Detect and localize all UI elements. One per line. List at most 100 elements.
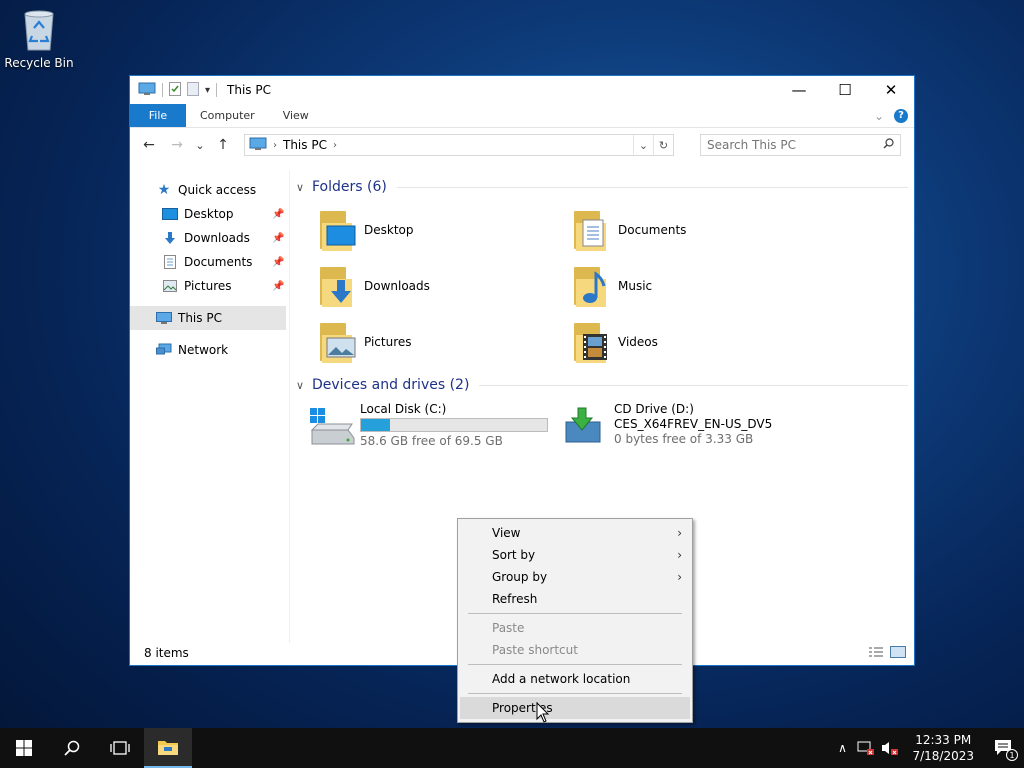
customize-quick-access-icon[interactable]: ▾ [205,85,210,96]
pin-icon[interactable]: 📌 [272,281,284,292]
recycle-bin-icon [19,6,59,52]
sidebar-item-network[interactable]: Network [130,338,289,362]
menu-item-label: Add a network location [492,672,631,686]
pin-icon[interactable]: 📌 [272,209,284,220]
taskbar: ∧ 12:33 PM 7/18/2023 1 [0,728,1024,768]
drive-local-disk-c[interactable]: Local Disk (C:) 58.6 GB free of 69.5 GB [308,402,562,450]
recycle-bin-desktop-icon[interactable]: Recycle Bin [4,6,74,70]
menu-item-paste-shortcut[interactable]: Paste shortcut [458,639,692,661]
network-icon [156,343,172,357]
this-pc-icon [249,137,267,154]
folder-music[interactable]: Music [568,258,822,314]
star-icon: ★ [157,182,171,198]
volume-muted-icon[interactable] [878,740,902,756]
collapse-chevron-icon[interactable]: ∨ [296,181,312,194]
menu-item-group-by[interactable]: Group by › [458,566,692,588]
new-folder-icon[interactable] [187,81,199,99]
breadcrumb-chevron-icon[interactable]: › [333,140,337,151]
network-status-icon[interactable] [854,740,878,756]
file-explorer-icon [158,741,178,755]
folders-group-header[interactable]: ∨ Folders (6) [296,176,908,198]
address-bar[interactable]: › This PC › ⌄ ↻ [244,134,674,156]
drives-group-header[interactable]: ∨ Devices and drives (2) [296,374,908,396]
cd-drive-icon [562,406,614,450]
back-button[interactable]: ← [138,134,160,156]
drive-cd-d[interactable]: CD Drive (D:) CES_X64FREV_EN-US_DV5 0 by… [562,402,816,450]
breadcrumb-this-pc[interactable]: This PC [283,138,327,152]
sidebar-item-documents[interactable]: Documents 📌 [130,250,289,274]
folder-label: Music [618,279,653,293]
tab-view[interactable]: View [269,104,323,127]
action-center-button[interactable]: 1 [984,728,1024,768]
task-view-button[interactable] [96,728,144,768]
system-clock[interactable]: 12:33 PM 7/18/2023 [902,732,984,764]
expand-ribbon-icon[interactable]: ⌄ [874,109,884,123]
notification-count-badge: 1 [1006,749,1018,761]
submenu-arrow-icon: › [677,570,682,584]
ribbon-tabs: File Computer View ⌄ ? [130,104,914,128]
downloads-folder-icon [314,265,360,307]
menu-separator [468,613,682,614]
menu-item-paste[interactable]: Paste [458,617,692,639]
clock-date: 7/18/2023 [912,749,974,763]
start-button[interactable] [0,728,48,768]
picture-icon [162,279,178,293]
search-icon [883,138,894,152]
maximize-button[interactable]: ☐ [822,76,868,104]
folder-downloads[interactable]: Downloads [314,258,568,314]
documents-folder-icon [568,209,614,251]
menu-item-add-network-location[interactable]: Add a network location [458,668,692,690]
folder-label: Pictures [364,335,412,349]
menu-item-properties[interactable]: Properties [460,697,690,719]
minimize-button[interactable]: — [776,76,822,104]
sidebar-item-quick-access[interactable]: ★ Quick access [130,178,289,202]
folder-label: Videos [618,335,658,349]
close-button[interactable]: ✕ [868,76,914,104]
sidebar-item-this-pc[interactable]: This PC [130,306,286,330]
sidebar-item-label: Pictures [184,279,232,293]
collapse-chevron-icon[interactable]: ∨ [296,379,312,392]
sidebar-item-label: Downloads [184,231,250,245]
folder-documents[interactable]: Documents [568,202,822,258]
sidebar-item-label: Network [178,343,229,357]
recent-locations-button[interactable]: ⌄ [194,134,206,156]
forward-button[interactable]: → [166,134,188,156]
sidebar-item-downloads[interactable]: Downloads 📌 [130,226,289,250]
help-icon[interactable]: ? [894,108,908,123]
folder-desktop[interactable]: Desktop [314,202,568,258]
sidebar-item-pictures[interactable]: Pictures 📌 [130,274,289,298]
tab-computer[interactable]: Computer [186,104,269,127]
drive-name: Local Disk (C:) [360,402,447,416]
folder-videos[interactable]: Videos [568,314,822,370]
task-view-icon [110,741,130,755]
taskbar-file-explorer[interactable] [144,728,192,768]
context-menu: View › Sort by › Group by › Refresh Past… [457,518,693,723]
pin-icon[interactable]: 📌 [272,233,284,244]
folder-pictures[interactable]: Pictures [314,314,568,370]
windows-logo-icon [16,740,32,756]
menu-item-sort-by[interactable]: Sort by › [458,544,692,566]
tab-file[interactable]: File [130,104,186,127]
title-bar[interactable]: ▾ This PC — ☐ ✕ [130,76,914,104]
details-view-icon[interactable] [868,646,884,661]
sidebar-item-desktop[interactable]: Desktop 📌 [130,202,289,226]
search-button[interactable] [48,728,96,768]
search-input[interactable] [707,138,872,152]
breadcrumb-chevron-icon[interactable]: › [273,140,277,151]
large-icons-view-icon[interactable] [890,645,906,661]
show-hidden-icons-icon[interactable]: ∧ [830,741,854,755]
properties-icon[interactable] [169,81,181,99]
refresh-icon[interactable]: ↻ [653,135,673,155]
address-dropdown-icon[interactable]: ⌄ [633,135,653,155]
drive-free-space: 58.6 GB free of 69.5 GB [360,434,503,448]
up-button[interactable]: ↑ [212,134,234,156]
pin-icon[interactable]: 📌 [272,257,284,268]
drive-usage-fill [361,419,391,431]
menu-item-label: Sort by [492,548,536,562]
menu-item-refresh[interactable]: Refresh [458,588,692,610]
search-box[interactable] [700,134,901,156]
menu-separator [468,664,682,665]
menu-item-view[interactable]: View › [458,522,692,544]
desktop-icon [162,207,178,221]
menu-item-label: Paste shortcut [492,643,578,657]
